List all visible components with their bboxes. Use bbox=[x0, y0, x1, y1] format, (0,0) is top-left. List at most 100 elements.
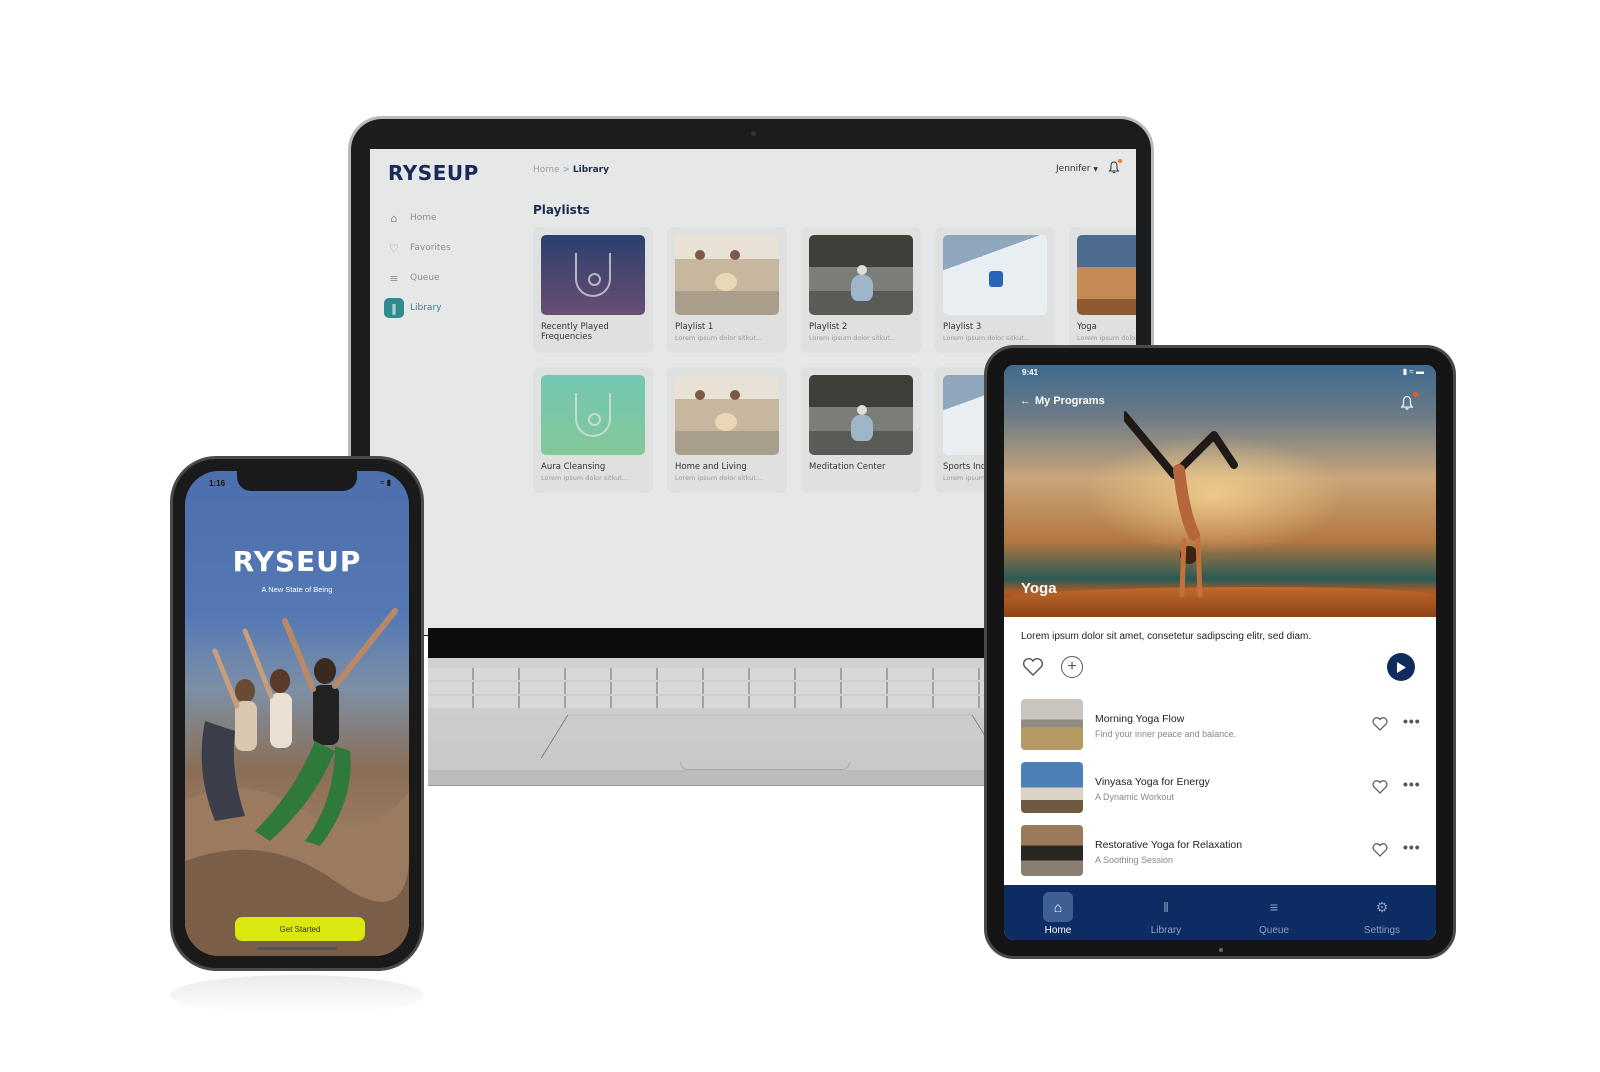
play-button[interactable] bbox=[1387, 653, 1415, 681]
playlist-card[interactable]: Home and Living Lorem ipsum dolor sitkut… bbox=[667, 367, 787, 493]
laptop-lid-notch bbox=[680, 762, 850, 770]
playlist-card[interactable]: Aura Cleansing Lorem ipsum dolor sitkut.… bbox=[533, 367, 653, 493]
user-menu[interactable]: Jennifer ▼ bbox=[1056, 164, 1098, 174]
home-icon: ⌂ bbox=[1043, 892, 1073, 922]
breadcrumb-separator: > bbox=[562, 165, 570, 175]
queue-icon: ≡ bbox=[1269, 899, 1279, 915]
keyboard-row bbox=[428, 668, 988, 680]
session-thumbnail bbox=[1021, 825, 1083, 876]
home-icon: ⌂ bbox=[390, 211, 398, 225]
playlist-card[interactable]: Playlist 3 Lorem ipsum dolor sitkut... bbox=[935, 227, 1055, 353]
playlist-thumbnail bbox=[541, 375, 645, 455]
sidebar-item-queue[interactable]: ≡ Queue bbox=[384, 263, 524, 293]
phone-notch bbox=[237, 471, 357, 491]
playlist-title: Playlist 3 bbox=[943, 322, 982, 332]
playlist-title: Yoga bbox=[1077, 322, 1097, 332]
sidebar-item-favorites[interactable]: ♡ Favorites bbox=[384, 233, 524, 263]
more-options-icon[interactable]: ••• bbox=[1403, 776, 1421, 792]
playlist-card[interactable]: Recently Played Frequencies bbox=[533, 227, 653, 353]
signal-icon: ▮ bbox=[1402, 367, 1408, 376]
caret-down-icon: ▼ bbox=[1093, 166, 1099, 173]
playlist-subtitle: Lorem ipsum dolor sitkut... bbox=[1077, 334, 1136, 342]
app-logo: RYSEUP bbox=[232, 545, 362, 578]
list-item[interactable]: Vinyasa Yoga for Energy A Dynamic Workou… bbox=[1021, 762, 1431, 825]
notification-dot bbox=[1413, 392, 1418, 397]
playlist-subtitle: Lorem ipsum dolor sitkut... bbox=[675, 334, 763, 342]
sidebar-item-home[interactable]: ⌂ Home bbox=[384, 203, 524, 233]
playlist-card[interactable]: Yoga Lorem ipsum dolor sitkut... bbox=[1069, 227, 1136, 353]
add-icon[interactable]: + bbox=[1061, 656, 1083, 678]
playlist-subtitle: Lorem ipsum dolor sitkut... bbox=[675, 474, 763, 482]
tagline: A New State of Being bbox=[261, 585, 333, 594]
bottom-nav: ⌂ Home ‖ Library ≡ Queue ⚙ Settings bbox=[1004, 885, 1436, 940]
sidebar-item-library[interactable]: ‖ Library bbox=[384, 293, 524, 323]
playlist-title: Home and Living bbox=[675, 462, 747, 472]
playlist-thumbnail bbox=[1077, 235, 1136, 315]
heart-icon[interactable] bbox=[1371, 841, 1389, 859]
arrow-left-icon: ← bbox=[1020, 395, 1031, 407]
laptop-front-edge bbox=[428, 770, 988, 786]
tab-settings[interactable]: ⚙ Settings bbox=[1342, 885, 1422, 940]
playlist-subtitle: Lorem ipsum dolor sitkut... bbox=[809, 334, 897, 342]
playlist-subtitle: Lorem ipsum dolor sitkut... bbox=[541, 474, 629, 482]
session-list: Morning Yoga Flow Find your inner peace … bbox=[1021, 699, 1431, 888]
breadcrumb-home[interactable]: Home bbox=[533, 165, 560, 175]
session-subtitle: A Soothing Session bbox=[1095, 855, 1174, 865]
tab-label: Library bbox=[1150, 925, 1182, 936]
tab-label: Home bbox=[1044, 925, 1072, 936]
bell-icon[interactable] bbox=[1108, 161, 1122, 175]
breadcrumb: Home > Library bbox=[533, 165, 609, 175]
laptop-camera bbox=[751, 131, 756, 136]
wifi-icon: ≈ bbox=[379, 478, 385, 487]
phone-screen: 1:16 ≈ ▮ RYSEUP A New State of Being Get… bbox=[185, 471, 409, 956]
back-button[interactable]: ← My Programs bbox=[1020, 395, 1105, 407]
tablet-screen: 9:41 ▮ ≈ ▬ ← My Programs Yoga Lorem ipsu… bbox=[1004, 365, 1436, 940]
playlist-card[interactable]: Meditation Center bbox=[801, 367, 921, 493]
tab-home[interactable]: ⌂ Home bbox=[1018, 885, 1098, 940]
phone-reflection bbox=[170, 975, 424, 1015]
more-options-icon[interactable]: ••• bbox=[1403, 713, 1421, 729]
heart-icon[interactable] bbox=[1371, 778, 1389, 796]
tab-library[interactable]: ‖ Library bbox=[1126, 885, 1206, 940]
bell-icon[interactable] bbox=[1400, 395, 1414, 414]
queue-icon: ≡ bbox=[389, 271, 399, 285]
user-name: Jennifer bbox=[1056, 164, 1091, 174]
session-subtitle: Find your inner peace and balance. bbox=[1095, 729, 1237, 739]
phone-device: 1:16 ≈ ▮ RYSEUP A New State of Being Get… bbox=[170, 456, 424, 971]
keyboard-row bbox=[428, 696, 988, 708]
gear-icon: ⚙ bbox=[1375, 898, 1389, 915]
yoga-figure bbox=[1124, 411, 1238, 598]
tab-queue[interactable]: ≡ Queue bbox=[1234, 885, 1314, 940]
playlist-title: Playlist 2 bbox=[809, 322, 848, 332]
sidebar-item-label: Queue bbox=[410, 273, 440, 283]
list-item[interactable]: Restorative Yoga for Relaxation A Soothi… bbox=[1021, 825, 1431, 888]
laptop-hinge bbox=[428, 628, 988, 658]
playlist-card[interactable]: Playlist 2 Lorem ipsum dolor sitkut... bbox=[801, 227, 921, 353]
app-logo[interactable]: RYSEUP bbox=[388, 161, 479, 185]
tablet-device: 9:41 ▮ ≈ ▬ ← My Programs Yoga Lorem ipsu… bbox=[984, 345, 1456, 959]
sidebar-nav: ⌂ Home ♡ Favorites ≡ Queue ‖ Library bbox=[384, 203, 524, 323]
playlist-card[interactable]: Playlist 1 Lorem ipsum dolor sitkut... bbox=[667, 227, 787, 353]
session-subtitle: A Dynamic Workout bbox=[1095, 792, 1174, 802]
playlist-thumbnail bbox=[675, 375, 779, 455]
ryseup-mark-icon bbox=[575, 253, 611, 297]
list-item[interactable]: Morning Yoga Flow Find your inner peace … bbox=[1021, 699, 1431, 762]
playlist-title: Aura Cleansing bbox=[541, 462, 606, 472]
playlist-thumbnail bbox=[541, 235, 645, 315]
get-started-button[interactable]: Get Started bbox=[235, 917, 365, 941]
more-options-icon[interactable]: ••• bbox=[1403, 839, 1421, 855]
playlist-title: Meditation Center bbox=[809, 462, 886, 472]
battery-icon: ▮ bbox=[386, 478, 391, 487]
sidebar-item-label: Favorites bbox=[410, 243, 451, 253]
heart-icon: ♡ bbox=[389, 241, 399, 255]
sidebar-item-label: Home bbox=[410, 213, 437, 223]
play-icon bbox=[1397, 661, 1406, 673]
playlist-thumbnail bbox=[675, 235, 779, 315]
heart-icon[interactable] bbox=[1371, 715, 1389, 733]
heart-icon[interactable] bbox=[1021, 655, 1045, 679]
library-icon: ‖ bbox=[384, 298, 404, 318]
session-title: Morning Yoga Flow bbox=[1095, 713, 1185, 725]
playlist-thumbnail bbox=[809, 375, 913, 455]
wifi-icon: ≈ bbox=[1409, 367, 1414, 376]
tab-label: Settings bbox=[1363, 925, 1401, 936]
